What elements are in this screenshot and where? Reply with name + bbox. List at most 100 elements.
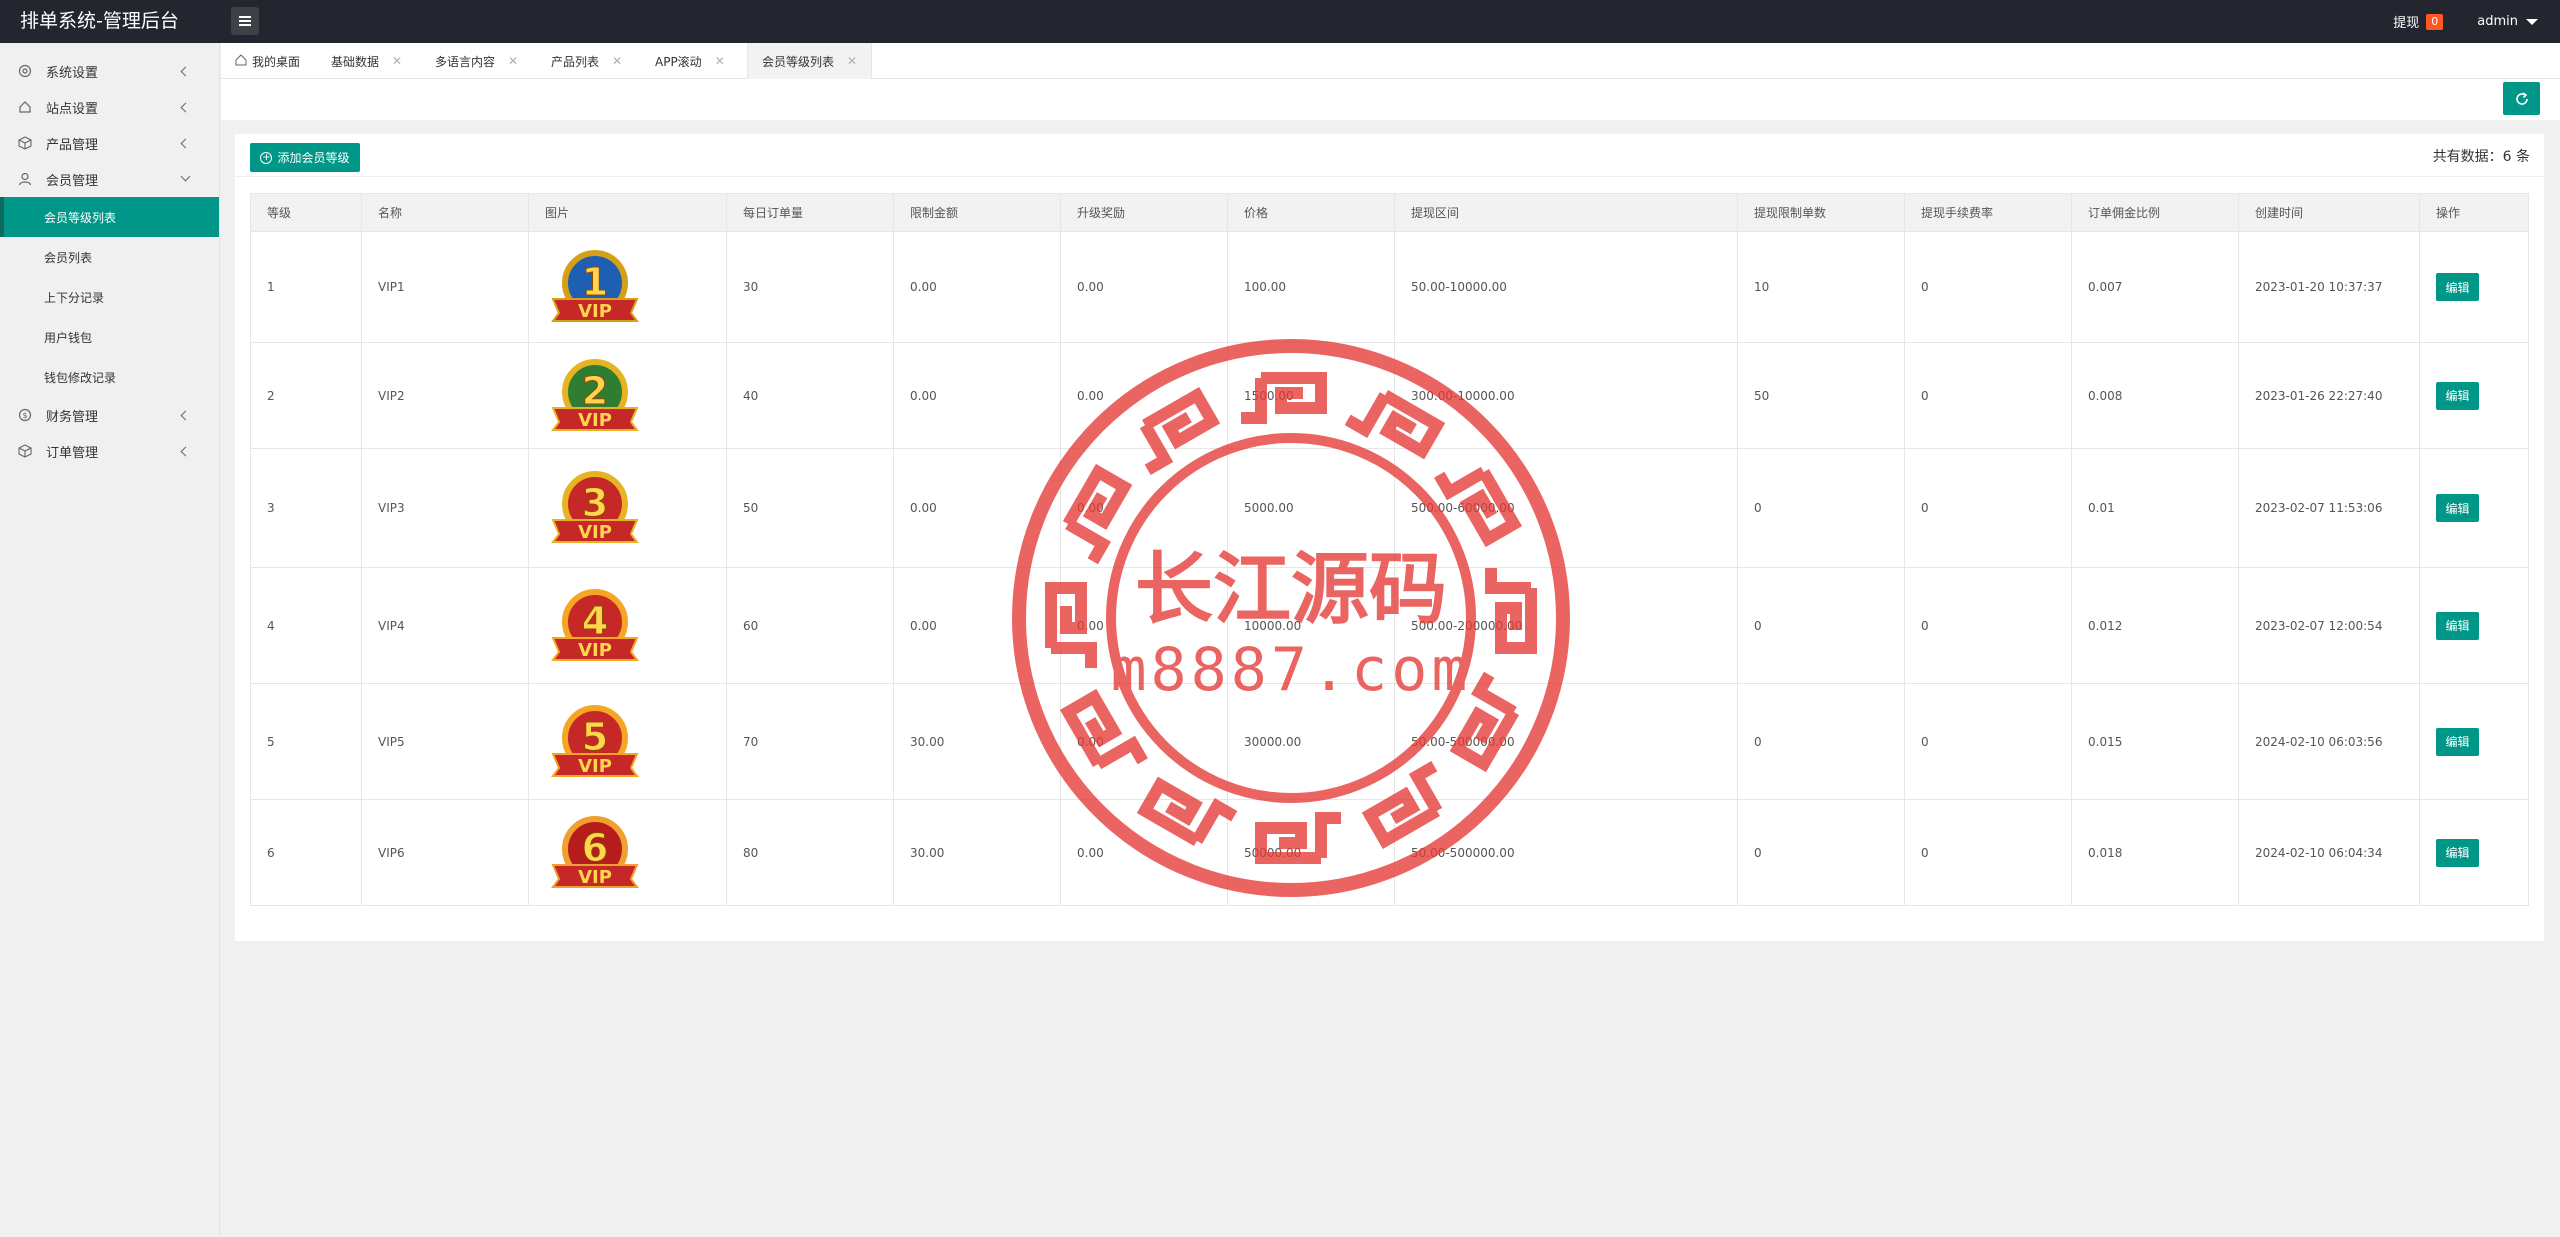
column-header: 每日订单量 <box>726 193 894 232</box>
sidebar-subitem-user-wallet[interactable]: 用户钱包 <box>0 317 219 357</box>
tab-app-scroll[interactable]: APP滚动 ✕ <box>655 43 725 79</box>
svg-text:4: 4 <box>582 599 608 643</box>
edit-button[interactable]: 编辑 <box>2436 838 2479 867</box>
table-cell-level: 4 <box>250 567 362 684</box>
tab-member-levels[interactable]: 会员等级列表 ✕ <box>747 43 873 79</box>
svg-text:6: 6 <box>582 826 608 870</box>
table-cell-daily: 30 <box>726 231 894 343</box>
app-title: 排单系统-管理后台 <box>20 10 179 32</box>
edit-button[interactable]: 编辑 <box>2436 381 2479 410</box>
table-row: 4 VIP4 4 VIP 60 0.00 0.00 10000.00 500.00-200000… <box>250 567 2529 684</box>
chevron-left-icon <box>180 102 191 113</box>
withdraw-count-badge: 0 <box>2426 13 2444 30</box>
vip-badge-cell: 5 VIP <box>528 683 727 800</box>
member-levels-table: 等级 名称 图片 每日订单量 限制金额 升级奖励 价格 提现区间 提现限制单数 … <box>250 193 2529 906</box>
tab-basic-data[interactable]: 基础数据 ✕ <box>331 43 402 79</box>
sidebar-item-finance[interactable]: $ 财务管理 <box>0 397 219 433</box>
menu-toggle-button[interactable] <box>231 7 259 35</box>
tab-products[interactable]: 产品列表 ✕ <box>551 43 622 79</box>
chevron-left-icon <box>180 66 191 77</box>
edit-button[interactable]: 编辑 <box>2436 494 2479 522</box>
table-cell-daily: 70 <box>726 683 894 800</box>
sidebar-item-orders[interactable]: 订单管理 <box>0 433 219 469</box>
svg-text:1: 1 <box>582 260 608 304</box>
sidebar: 系统设置 站点设置 产品管理 会员管理 会员等级列表 会员列表 上下分记录 用户… <box>0 43 220 1237</box>
vip-badge-icon: 6VIP <box>551 815 639 888</box>
table-cell-actions: 编辑 <box>2419 448 2529 568</box>
table-cell-range: 50.00-500000.00 <box>1394 683 1738 800</box>
table-cell-name: VIP1 <box>361 231 529 343</box>
home-icon <box>18 100 32 114</box>
sidebar-item-system-settings[interactable]: 系统设置 <box>0 53 219 89</box>
edit-button[interactable]: 编辑 <box>2436 611 2479 640</box>
svg-text:VIP: VIP <box>578 522 612 543</box>
table-cell-limit: 0.00 <box>893 231 1061 343</box>
tab-label: 我的桌面 <box>252 54 301 69</box>
username: admin <box>2477 14 2518 29</box>
close-icon[interactable]: ✕ <box>847 54 857 68</box>
vip-badge-icon: 5VIP <box>551 704 639 777</box>
table-cell-actions: 编辑 <box>2419 683 2529 800</box>
sidebar-item-site-settings[interactable]: 站点设置 <box>0 89 219 125</box>
table-cell-name: VIP2 <box>361 342 529 449</box>
table-row: 2 VIP2 2 VIP 40 0.00 0.00 1500.00 300.00-10000.0… <box>250 342 2529 449</box>
column-header: 提现限制单数 <box>1737 193 1905 232</box>
svg-text:VIP: VIP <box>578 756 612 777</box>
refresh-button[interactable] <box>2503 82 2540 115</box>
vip-badge-cell: 3 VIP <box>528 448 727 568</box>
table-cell-name: VIP6 <box>361 799 529 906</box>
chevron-left-icon <box>180 446 191 457</box>
sidebar-item-products[interactable]: 产品管理 <box>0 125 219 161</box>
cube-icon <box>18 444 32 458</box>
close-icon[interactable]: ✕ <box>392 54 402 68</box>
table-cell-name: VIP4 <box>361 567 529 684</box>
divider <box>235 176 2544 177</box>
edit-button[interactable]: 编辑 <box>2436 727 2479 756</box>
sidebar-item-label: 站点设置 <box>46 101 99 117</box>
table-cell-commission: 0.015 <box>2071 683 2239 800</box>
close-icon[interactable]: ✕ <box>612 54 622 68</box>
tab-label: 多语言内容 <box>435 54 496 69</box>
withdraw-notification[interactable]: 提现 0 <box>2393 12 2444 31</box>
user-menu[interactable]: admin <box>2477 14 2538 29</box>
table-cell-fee: 0 <box>1904 683 2072 800</box>
close-icon[interactable]: ✕ <box>508 54 518 68</box>
table-cell-price: 10000.00 <box>1227 567 1395 684</box>
withdraw-label: 提现 <box>2393 16 2420 31</box>
sidebar-subitem-wallet-logs[interactable]: 钱包修改记录 <box>0 357 219 397</box>
table-cell-daily: 40 <box>726 342 894 449</box>
sidebar-item-label: 产品管理 <box>46 137 99 153</box>
vip-badge-icon: 1VIP <box>551 250 639 322</box>
table-cell-limit: 30.00 <box>893 683 1061 800</box>
svg-text:$: $ <box>22 411 27 420</box>
svg-text:VIP: VIP <box>578 867 612 888</box>
table-cell-created: 2023-01-26 22:27:40 <box>2238 342 2420 449</box>
table-cell-withdraw-times: 10 <box>1737 231 1905 343</box>
table-cell-created: 2024-02-10 06:04:34 <box>2238 799 2420 906</box>
table-cell-fee: 0 <box>1904 567 2072 684</box>
svg-text:5: 5 <box>582 715 608 759</box>
sidebar-item-members[interactable]: 会员管理 <box>0 161 219 197</box>
sidebar-subitem-member-list[interactable]: 会员列表 <box>0 237 219 277</box>
sidebar-item-label: 会员管理 <box>46 173 99 189</box>
user-icon <box>18 172 32 186</box>
table-cell-reward: 0.00 <box>1060 231 1228 343</box>
table-cell-price: 1500.00 <box>1227 342 1395 449</box>
tab-multilang[interactable]: 多语言内容 ✕ <box>435 43 518 79</box>
sidebar-subitem-member-levels[interactable]: 会员等级列表 <box>0 197 219 237</box>
table-row: 3 VIP3 3 VIP 50 0.00 0.00 5000.00 500.00-60000.0… <box>250 448 2529 568</box>
add-member-level-button[interactable]: + 添加会员等级 <box>250 143 360 172</box>
tab-desktop[interactable]: 我的桌面 <box>235 43 300 79</box>
table-row: 1 VIP1 1 VIP 30 0.00 0.00 100.00 50.00-10000.00 1… <box>250 231 2529 343</box>
close-icon[interactable]: ✕ <box>715 54 725 68</box>
table-cell-created: 2023-02-07 11:53:06 <box>2238 448 2420 568</box>
total-count: 共有数据：6 条 <box>2432 149 2530 165</box>
sidebar-subitem-balance-records[interactable]: 上下分记录 <box>0 277 219 317</box>
vip-badge-icon: 2VIP <box>551 358 639 431</box>
table-cell-level: 1 <box>250 231 362 343</box>
edit-button[interactable]: 编辑 <box>2436 273 2479 301</box>
gear-icon <box>18 64 32 78</box>
column-header: 图片 <box>528 193 727 232</box>
sidebar-item-label: 系统设置 <box>46 65 99 81</box>
svg-text:VIP: VIP <box>578 410 612 431</box>
